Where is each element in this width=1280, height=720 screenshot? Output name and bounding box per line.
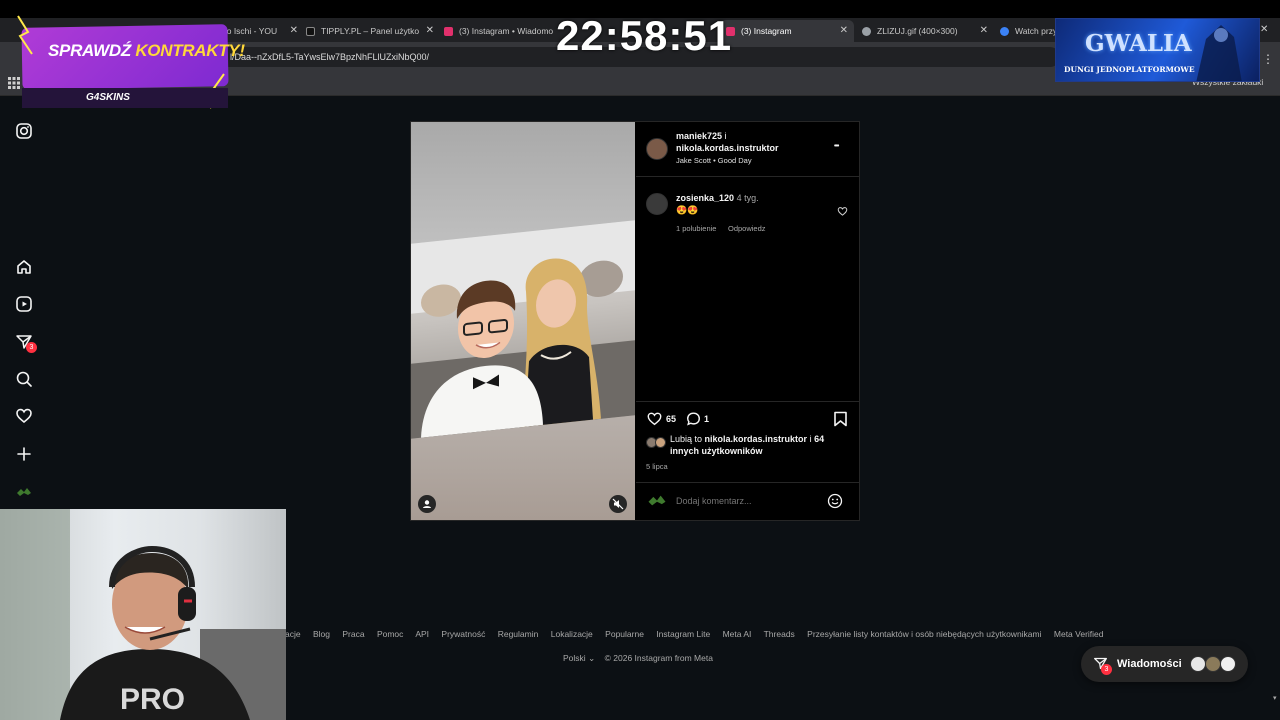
promo-text: SPRAWDŹ KONTRAKTY!	[48, 41, 245, 60]
tab-tipply[interactable]: TIPPLY.PL – Panel użytkow ✕	[306, 20, 436, 42]
liked-by-others[interactable]: innych użytkowników	[670, 446, 763, 456]
comment-age: 4 tyg.	[736, 193, 759, 203]
webcam-feed: PRO	[0, 509, 286, 720]
svg-text:PRO: PRO	[120, 683, 185, 716]
comment-like-icon[interactable]	[837, 206, 848, 217]
tab-gif[interactable]: ZLIZUJ.gif (400×300) ✕	[862, 20, 990, 42]
footer-links: acje Blog Praca Pomoc API Prywatność Reg…	[285, 629, 1114, 639]
chevron-down-icon: ⌄	[588, 653, 596, 663]
watch-icon	[1000, 26, 1009, 36]
comment-header: zosienka_120 4 tyg.	[676, 193, 759, 203]
tab-title: TIPPLY.PL – Panel użytkow	[321, 26, 419, 36]
stream-clock: 22:58:51	[556, 12, 733, 59]
liked-by-line[interactable]: Lubią to nikola.kordas.instruktor i 64	[670, 434, 824, 444]
instagram-icon	[444, 26, 453, 36]
contact-avatar	[1190, 656, 1206, 672]
more-menu-icon[interactable]: ⋮	[1262, 52, 1274, 66]
copyright: © 2026 Instagram from Meta	[604, 653, 713, 663]
like-count: 65	[666, 414, 677, 424]
close-icon[interactable]: ✕	[290, 25, 298, 36]
footer-bottom: Polski ⌄ © 2026 Instagram from Meta	[563, 653, 713, 664]
mute-icon[interactable]	[609, 495, 627, 513]
footer-link[interactable]: Threads	[764, 629, 795, 639]
reels-icon[interactable]	[15, 295, 33, 313]
instagram-logo-icon[interactable]	[15, 122, 33, 140]
home-icon[interactable]	[15, 258, 33, 276]
url-text[interactable]: l/Daa--nZxDfL5-TaYwsElw7BpzNhFLlUZxiNbQ0…	[230, 52, 429, 62]
footer-link[interactable]: Prywatność	[441, 629, 485, 639]
commenter-avatar[interactable]	[646, 193, 668, 215]
messages-label: Wiadomości	[1117, 658, 1182, 670]
footer-link[interactable]: Przesyłanie listy kontaktów i osób niebę…	[807, 629, 1041, 639]
tab-scroll-icon[interactable]: ✕	[1260, 24, 1268, 35]
footer-link[interactable]: Pomoc	[377, 629, 403, 639]
contact-avatar	[1220, 656, 1236, 672]
footer-link[interactable]: Meta Verified	[1054, 629, 1104, 639]
gwalia-subtitle: DUNGI JEDNOPLATFORMOWE	[1064, 65, 1195, 74]
commenter-username[interactable]: zosienka_120	[676, 193, 734, 203]
footer-link[interactable]: API	[415, 629, 429, 639]
tab-title: ZLIZUJ.gif (400×300)	[877, 26, 958, 36]
coauthor-username[interactable]: nikola.kordas.instruktor	[676, 143, 779, 153]
notification-badge: 3	[26, 342, 37, 353]
liker-avatar	[655, 437, 666, 448]
author-username[interactable]: maniek725 i	[676, 131, 727, 141]
own-avatar	[648, 495, 666, 506]
create-plus-icon[interactable]	[15, 445, 33, 463]
contact-avatar	[1205, 656, 1221, 672]
footer-link[interactable]: Blog	[313, 629, 330, 639]
more-options-icon[interactable]: •••	[834, 143, 839, 150]
footer-link[interactable]: Praca	[342, 629, 364, 639]
footer-link[interactable]: Meta AI	[723, 629, 752, 639]
tab-title: (3) Instagram • Wiadomo	[459, 26, 554, 36]
close-icon[interactable]: ✕	[840, 25, 848, 36]
reply-button[interactable]: Odpowiedz	[728, 224, 766, 233]
close-icon[interactable]: ✕	[980, 25, 988, 36]
footer-link[interactable]: Regulamin	[498, 629, 539, 639]
globe-icon	[862, 26, 871, 36]
tab-instagram-messages[interactable]: (3) Instagram • Wiadomo	[444, 20, 556, 42]
save-icon[interactable]	[833, 411, 848, 427]
post-photo	[411, 220, 635, 439]
comment-text: 😍😍	[676, 205, 699, 215]
actions-divider	[636, 401, 859, 402]
post-date[interactable]: 5 lipca	[646, 462, 668, 471]
like-icon[interactable]	[646, 411, 663, 427]
footer-link[interactable]: Instagram Lite	[656, 629, 710, 639]
close-icon[interactable]: ✕	[426, 25, 434, 36]
comment-divider	[636, 482, 859, 483]
gwalia-title: GWALIA	[1085, 30, 1192, 57]
user-tag-icon[interactable]	[418, 495, 436, 513]
audio-label[interactable]: Jake Scott • Good Day	[676, 156, 752, 165]
heart-icon[interactable]	[15, 407, 33, 425]
comment-count: 1	[704, 414, 710, 424]
comment-icon[interactable]	[685, 411, 702, 427]
tipply-icon	[306, 26, 315, 36]
comment-likes[interactable]: 1 polubienie	[676, 224, 716, 233]
page-scrollbar[interactable]: ▾	[1271, 96, 1280, 720]
tab-title: (3) Instagram	[741, 26, 792, 36]
tab-watch[interactable]: Watch przy	[1000, 20, 1056, 42]
tab-instagram[interactable]: (3) Instagram ✕	[720, 20, 854, 42]
language-select[interactable]: Polski ⌄	[563, 653, 595, 663]
messages-badge: 3	[1101, 664, 1112, 675]
scroll-down-icon[interactable]: ▾	[1273, 694, 1277, 702]
footer-link[interactable]: acje	[285, 629, 301, 639]
author-avatar[interactable]	[646, 138, 668, 160]
footer-link[interactable]: Lokalizacje	[551, 629, 593, 639]
g4skins-logo: G4SKINS	[86, 92, 130, 103]
post-sidebar	[636, 122, 859, 520]
tab-title: Watch przy	[1015, 26, 1056, 36]
profile-avatar[interactable]	[16, 485, 32, 499]
emoji-icon[interactable]	[827, 493, 843, 509]
add-comment-input[interactable]	[676, 494, 816, 508]
search-icon[interactable]	[15, 370, 33, 388]
footer-link[interactable]: Popularne	[605, 629, 644, 639]
